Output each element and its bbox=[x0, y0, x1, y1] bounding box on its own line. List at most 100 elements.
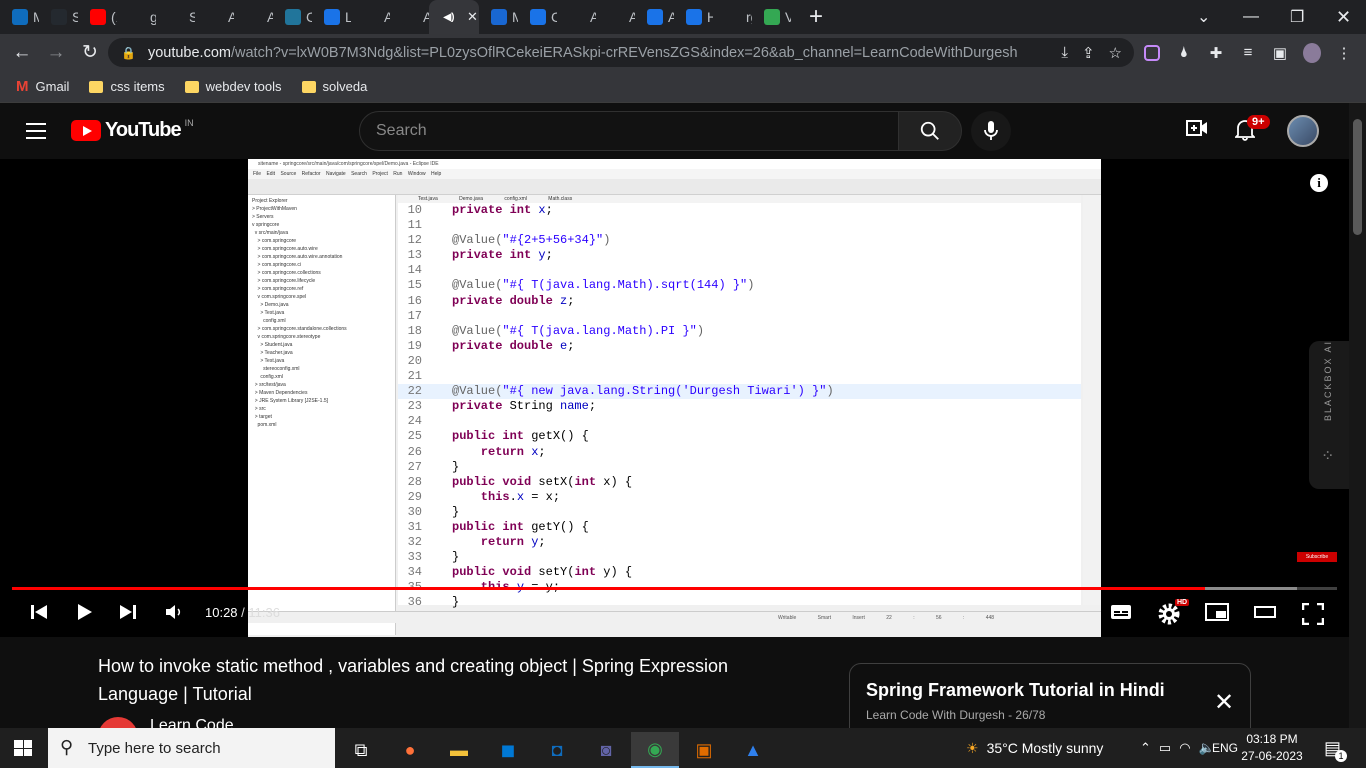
play-icon[interactable] bbox=[76, 603, 94, 627]
battery-icon[interactable]: ▭ bbox=[1159, 740, 1171, 756]
reload-button[interactable]: ↻ bbox=[74, 37, 106, 69]
microsoft-store-icon[interactable]: ◼ bbox=[484, 732, 532, 768]
close-playlist-icon[interactable]: ✕ bbox=[1214, 688, 1234, 717]
forward-button[interactable]: → bbox=[40, 37, 72, 69]
page-scrollbar-thumb[interactable] bbox=[1353, 119, 1362, 235]
browser-tab[interactable]: HC bbox=[674, 0, 713, 34]
extension-colorful-icon[interactable] bbox=[1143, 44, 1161, 62]
extensions-puzzle-icon[interactable]: ✚ bbox=[1207, 44, 1225, 62]
browser-tab[interactable]: Lo bbox=[312, 0, 351, 34]
bookmark-item[interactable]: webdev tools bbox=[184, 79, 282, 94]
browser-tab[interactable]: Ab bbox=[234, 0, 273, 34]
code-token: ) bbox=[696, 323, 705, 338]
country-code: IN bbox=[184, 117, 194, 128]
browser-tab[interactable]: Ac bbox=[351, 0, 390, 34]
browser-tab[interactable]: Cre bbox=[273, 0, 312, 34]
eclipse-project-explorer: Project Explorer > ProjectWithMaven > Serv… bbox=[248, 195, 396, 635]
bookmark-item[interactable]: css items bbox=[89, 79, 165, 94]
show-hidden-icons[interactable]: ⌃ bbox=[1140, 740, 1151, 756]
browser-tab[interactable]: Ac bbox=[557, 0, 596, 34]
minimize-button[interactable]: — bbox=[1243, 0, 1259, 34]
create-video-icon[interactable] bbox=[1186, 119, 1208, 143]
voice-search-button[interactable] bbox=[971, 111, 1011, 151]
browser-tab[interactable]: gre bbox=[117, 0, 156, 34]
browser-tab[interactable]: Ac bbox=[596, 0, 635, 34]
video-info-icon[interactable]: i bbox=[1310, 174, 1328, 192]
playlist-title[interactable]: Spring Framework Tutorial in Hindi bbox=[866, 680, 1165, 701]
code-token: private int bbox=[452, 203, 539, 217]
side-panel-icon[interactable]: ▣ bbox=[1271, 44, 1289, 62]
network-icon[interactable]: ◠ bbox=[1179, 740, 1190, 756]
profile-avatar-icon[interactable] bbox=[1303, 42, 1321, 63]
windows-start-icon[interactable] bbox=[14, 740, 32, 756]
bookmark-item[interactable]: M Gmail bbox=[16, 78, 69, 95]
photos-icon[interactable]: ▲ bbox=[729, 732, 777, 768]
subscribe-watermark[interactable]: Subscribe bbox=[1297, 552, 1337, 562]
install-icon[interactable]: ⤓ bbox=[1061, 44, 1068, 61]
code-line: 24 bbox=[398, 414, 1081, 429]
eclipse-app-icon[interactable]: ▣ bbox=[680, 732, 728, 768]
progress-bar[interactable] bbox=[12, 587, 1337, 590]
task-view-icon[interactable]: ⧉ bbox=[337, 732, 385, 768]
browser-tab[interactable]: Ab bbox=[195, 0, 234, 34]
theater-mode-icon[interactable] bbox=[1253, 603, 1277, 627]
media-control-icon[interactable]: ≡ bbox=[1239, 44, 1257, 62]
eclipse-toolbar bbox=[248, 179, 1101, 195]
bookmark-star-icon[interactable]: ☆ bbox=[1109, 44, 1122, 62]
menu-kebab-icon[interactable]: ⋮ bbox=[1335, 44, 1353, 62]
youtube-logo[interactable]: YouTube IN bbox=[71, 117, 194, 142]
volume-icon[interactable] bbox=[165, 603, 183, 627]
firefox-icon[interactable]: ● bbox=[386, 732, 434, 768]
browser-tab[interactable]: CA bbox=[518, 0, 557, 34]
hamburger-menu-icon[interactable] bbox=[26, 123, 46, 144]
url-text[interactable]: youtube.com/watch?v=lxW0B7M3Ndg&list=PL0… bbox=[148, 45, 1018, 61]
extension-dropper-icon[interactable]: 🌢 bbox=[1175, 44, 1193, 62]
video-player[interactable]: sitename - springcore/src/main/java/com/… bbox=[0, 159, 1349, 637]
browser-tab[interactable]: Sp bbox=[39, 0, 78, 34]
file-explorer-icon[interactable]: ▬ bbox=[435, 732, 483, 768]
taskbar-clock[interactable]: 03:18 PM 27-06-2023 bbox=[1240, 731, 1304, 765]
close-tab-icon[interactable]: ✕ bbox=[467, 9, 478, 25]
miniplayer-icon[interactable] bbox=[1205, 603, 1229, 627]
browser-tab[interactable]: Sm bbox=[156, 0, 195, 34]
language-indicator[interactable]: ENG bbox=[1212, 728, 1238, 768]
blackbox-ai-panel[interactable]: BLACKBOX AI ⁘ bbox=[1309, 340, 1349, 489]
user-avatar[interactable] bbox=[1287, 115, 1319, 147]
fullscreen-icon[interactable] bbox=[1301, 602, 1325, 631]
back-button[interactable]: ← bbox=[6, 37, 38, 69]
close-window-button[interactable]: ✕ bbox=[1336, 0, 1351, 34]
restore-button[interactable]: ❐ bbox=[1290, 0, 1304, 34]
browser-tab[interactable]: Ma bbox=[479, 0, 518, 34]
weather-widget[interactable]: ☀ 35°C Mostly sunny bbox=[966, 728, 1103, 768]
chrome-icon[interactable]: ◉ bbox=[631, 732, 679, 768]
browser-tab[interactable]: Att bbox=[635, 0, 674, 34]
code-token: return bbox=[452, 535, 532, 550]
browser-tab[interactable]: VN bbox=[752, 0, 791, 34]
browser-tab[interactable]: rgi bbox=[713, 0, 752, 34]
browser-tab[interactable]: Ma bbox=[0, 0, 39, 34]
teams-icon[interactable]: ◙ bbox=[582, 732, 630, 768]
search-button[interactable] bbox=[898, 111, 962, 151]
bookmark-item[interactable]: solveda bbox=[301, 79, 367, 94]
outlook-icon[interactable]: ◘ bbox=[533, 732, 581, 768]
taskbar-search-input[interactable]: ⚲ Type here to search bbox=[48, 728, 335, 768]
share-icon[interactable]: ⇪ bbox=[1082, 44, 1095, 62]
next-video-icon[interactable] bbox=[119, 603, 137, 627]
line-number: 31 bbox=[407, 519, 422, 534]
lock-icon[interactable]: 🔒 bbox=[121, 46, 136, 60]
tab-search-icon[interactable]: ⌄ bbox=[1197, 0, 1210, 34]
browser-tab[interactable]: ◀) ✕ bbox=[429, 0, 479, 34]
subtitles-icon[interactable] bbox=[1110, 603, 1132, 627]
browser-tab[interactable]: Ab bbox=[390, 0, 429, 34]
search-input[interactable]: Search bbox=[359, 111, 899, 151]
notification-count-badge: 9+ bbox=[1247, 115, 1270, 129]
explorer-item: > Teacher.java bbox=[252, 350, 293, 356]
address-bar[interactable]: 🔒 youtube.com/watch?v=lxW0B7M3Ndg&list=P… bbox=[108, 38, 1134, 67]
chatgpt-icon bbox=[246, 9, 262, 25]
code-token: @Value( bbox=[452, 384, 503, 399]
settings-gear-icon[interactable] bbox=[1158, 603, 1180, 631]
page-scrollbar[interactable] bbox=[1349, 103, 1366, 728]
browser-tab[interactable]: (12 bbox=[78, 0, 117, 34]
previous-video-icon[interactable] bbox=[30, 603, 48, 627]
new-tab-button[interactable]: + bbox=[799, 0, 833, 34]
